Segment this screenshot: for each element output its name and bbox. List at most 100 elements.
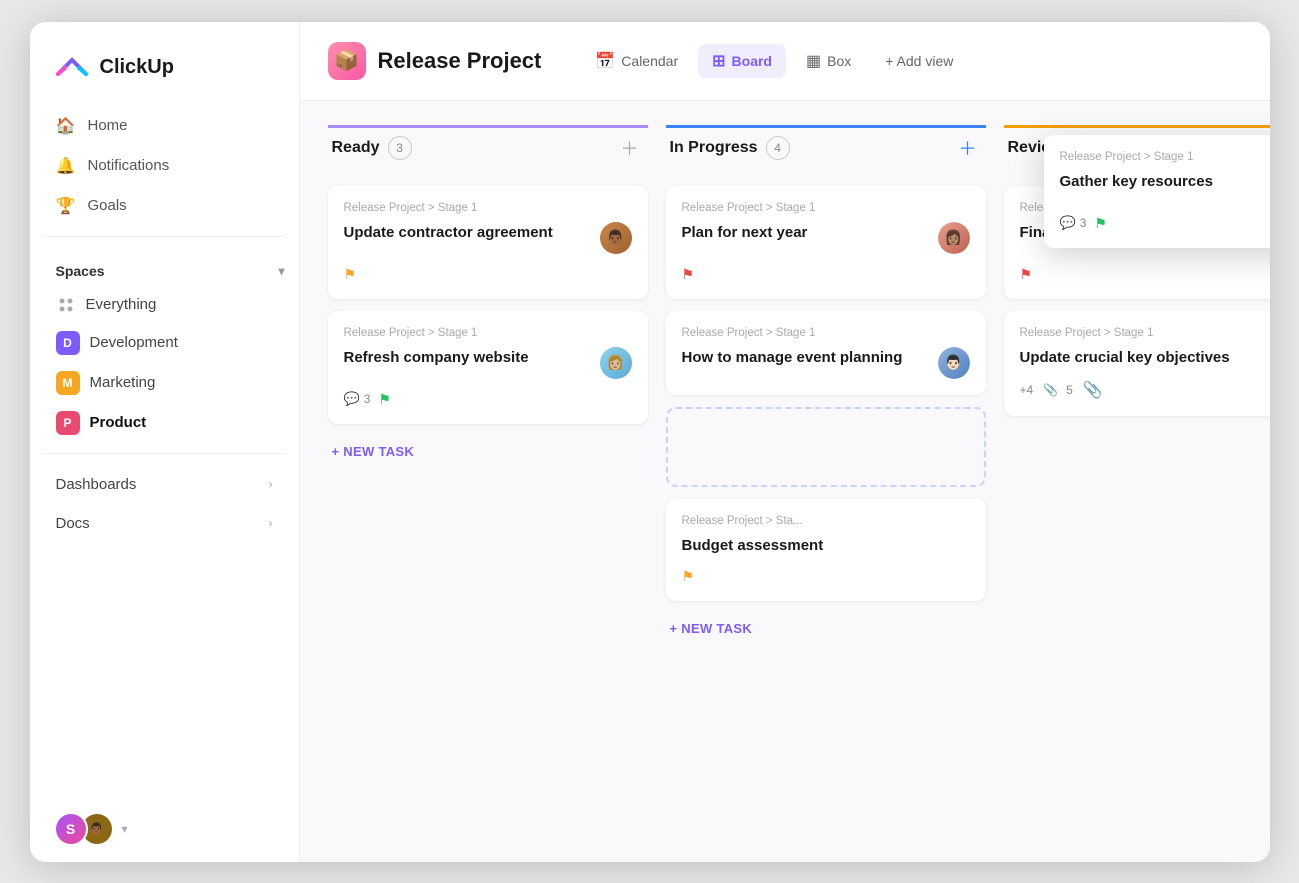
floating-flag-icon: ⚑ xyxy=(1094,215,1107,232)
card-update-objectives[interactable]: Release Project > Stage 1 Update crucial… xyxy=(1004,311,1270,416)
card-title-5b: Budget assessment xyxy=(682,535,824,556)
floating-card-header: Gather key resources 👩🏼‍🦱 xyxy=(1060,171,1270,203)
card-header-2: Refresh company website 👩🏼 xyxy=(344,347,632,379)
app-window: ClickUp 🏠 Home 🔔 Notifications 🏆 Goals S… xyxy=(30,22,1270,862)
spaces-section-header: Spaces ▾ xyxy=(30,247,299,287)
card-plan-next-year[interactable]: Release Project > Stage 1 Plan for next … xyxy=(666,186,986,299)
notifications-icon: 🔔 xyxy=(56,156,76,176)
view-board-button[interactable]: ⊞ Board xyxy=(698,44,786,78)
column-title-ready: Ready xyxy=(332,139,380,157)
sidebar-item-development[interactable]: D Development xyxy=(42,323,287,363)
sidebar-item-product[interactable]: P Product xyxy=(42,403,287,443)
everything-icon xyxy=(56,295,76,315)
card-breadcrumb-1: Release Project > Stage 1 xyxy=(344,202,632,214)
column-review: Review 1 ＋ Release Project > Stage 1 Fin… xyxy=(1004,125,1270,416)
topbar-views: 📅 Calendar ⊞ Board ▦ Box + Add view xyxy=(581,44,967,78)
card-footer-1: ⚑ xyxy=(344,266,632,283)
board-label: Board xyxy=(732,53,772,69)
column-ready: Ready 3 ＋ Release Project > Stage 1 Upda… xyxy=(328,125,648,467)
project-title: Release Project xyxy=(378,48,542,74)
card-header-4: How to manage event planning 👨🏻 xyxy=(682,347,970,379)
flag-red-icon-6: ⚑ xyxy=(1020,266,1033,283)
development-badge: D xyxy=(56,331,80,355)
goals-icon: 🏆 xyxy=(56,196,76,216)
card-placeholder xyxy=(666,407,986,487)
sidebar-item-everything[interactable]: Everything xyxy=(42,287,287,323)
user-avatars: S 👨🏾 xyxy=(54,812,114,846)
avatar-user-s[interactable]: S xyxy=(54,812,88,846)
spaces-label: Spaces xyxy=(56,263,105,279)
flag-red-icon-3: ⚑ xyxy=(682,266,695,283)
sidebar-item-notifications[interactable]: 🔔 Notifications xyxy=(42,146,287,186)
sidebar-item-dashboards[interactable]: Dashboards › xyxy=(42,466,287,503)
sidebar-logo: ClickUp xyxy=(30,22,299,106)
column-add-inprogress[interactable]: ＋ xyxy=(954,134,982,162)
column-inprogress: In Progress 4 ＋ Release Project > Stage … xyxy=(666,125,986,644)
card-title-4: How to manage event planning xyxy=(682,347,903,368)
card-header-1: Update contractor agreement 👨🏾 xyxy=(344,222,632,254)
card-refresh-website[interactable]: Release Project > Stage 1 Refresh compan… xyxy=(328,311,648,424)
extra-count-7: +4 xyxy=(1020,383,1034,397)
box-icon: ▦ xyxy=(806,51,821,71)
new-task-inprogress-label: + NEW TASK xyxy=(670,621,753,636)
comment-count-2: 💬 3 xyxy=(344,391,371,407)
sidebar-divider xyxy=(44,236,285,237)
card-title-1: Update contractor agreement xyxy=(344,222,553,243)
docs-label: Docs xyxy=(56,515,90,532)
topbar: 📦 Release Project 📅 Calendar ⊞ Board ▦ B… xyxy=(300,22,1270,101)
column-header-inprogress: In Progress 4 ＋ xyxy=(666,125,986,174)
product-label: Product xyxy=(90,414,147,431)
view-calendar-button[interactable]: 📅 Calendar xyxy=(581,44,692,78)
comment-icon-2: 💬 xyxy=(344,391,360,407)
sidebar-item-marketing[interactable]: M Marketing xyxy=(42,363,287,403)
card-breadcrumb-4: Release Project > Stage 1 xyxy=(682,327,970,339)
user-menu-arrow-icon[interactable]: ▾ xyxy=(122,822,128,836)
card-header-5b: Budget assessment xyxy=(682,535,970,556)
card-breadcrumb-2: Release Project > Stage 1 xyxy=(344,327,632,339)
development-label: Development xyxy=(90,334,178,351)
main-content: 📦 Release Project 📅 Calendar ⊞ Board ▦ B… xyxy=(300,22,1270,862)
sidebar: ClickUp 🏠 Home 🔔 Notifications 🏆 Goals S… xyxy=(30,22,300,862)
column-add-ready[interactable]: ＋ xyxy=(616,134,644,162)
card-footer-7: +4 📎 5 📎 xyxy=(1020,380,1270,400)
sidebar-item-home[interactable]: 🏠 Home xyxy=(42,106,287,146)
add-view-button[interactable]: + Add view xyxy=(871,46,967,76)
new-task-ready[interactable]: + NEW TASK xyxy=(328,436,648,467)
card-breadcrumb-7: Release Project > Stage 1 xyxy=(1020,327,1270,339)
flag-green-icon-2: ⚑ xyxy=(378,391,391,408)
floating-comment-icon: 💬 xyxy=(1060,215,1076,231)
column-title-inprogress: In Progress xyxy=(670,139,758,157)
box-label: Box xyxy=(827,53,851,69)
docs-arrow-icon: › xyxy=(269,516,273,530)
card-budget-assessment[interactable]: Release Project > Sta... Budget assessme… xyxy=(666,499,986,601)
project-title-area: 📦 Release Project xyxy=(328,42,542,80)
sidebar-bottom: S 👨🏾 ▾ xyxy=(30,796,299,862)
sidebar-item-notifications-label: Notifications xyxy=(88,157,170,174)
app-name: ClickUp xyxy=(100,56,174,79)
view-box-button[interactable]: ▦ Box xyxy=(792,44,865,78)
everything-label: Everything xyxy=(86,296,157,313)
card-footer-3: ⚑ xyxy=(682,266,970,283)
folders-list: Dashboards › Docs › xyxy=(30,464,299,544)
sidebar-item-goals[interactable]: 🏆 Goals xyxy=(42,186,287,226)
card-update-contractor[interactable]: Release Project > Stage 1 Update contrac… xyxy=(328,186,648,299)
sidebar-navigation: 🏠 Home 🔔 Notifications 🏆 Goals xyxy=(30,106,299,226)
column-count-inprogress: 4 xyxy=(766,136,790,160)
product-badge: P xyxy=(56,411,80,435)
card-footer-2: 💬 3 ⚑ xyxy=(344,391,632,408)
card-header-7: Update crucial key objectives xyxy=(1020,347,1270,368)
card-header-3: Plan for next year 👩🏽 xyxy=(682,222,970,254)
spaces-chevron-icon[interactable]: ▾ xyxy=(278,264,284,278)
new-task-inprogress[interactable]: + NEW TASK xyxy=(666,613,986,644)
card-manage-event[interactable]: Release Project > Stage 1 How to manage … xyxy=(666,311,986,395)
card-breadcrumb-3: Release Project > Stage 1 xyxy=(682,202,970,214)
paperclip-icon-7: 📎 xyxy=(1043,383,1058,397)
card-footer-5b: ⚑ xyxy=(682,568,970,585)
sidebar-item-goals-label: Goals xyxy=(88,197,127,214)
floating-drag-card[interactable]: ⊕ Release Project > Stage 1 Gather key r… xyxy=(1044,135,1270,248)
card-avatar-3: 👩🏽 xyxy=(938,222,970,254)
sidebar-item-docs[interactable]: Docs › xyxy=(42,505,287,542)
dashboards-label: Dashboards xyxy=(56,476,137,493)
card-avatar-4: 👨🏻 xyxy=(938,347,970,379)
column-count-ready: 3 xyxy=(388,136,412,160)
